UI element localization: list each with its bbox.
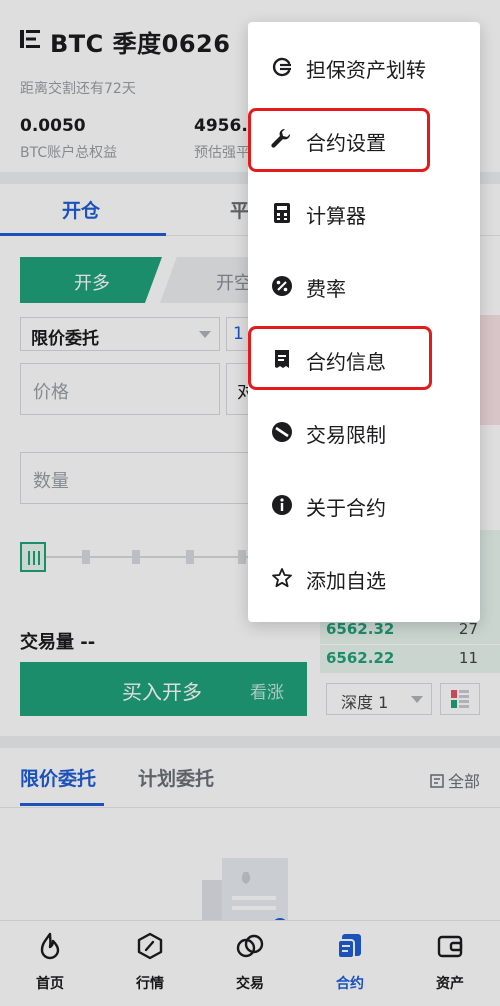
menu-item-label: 关于合约 — [306, 496, 386, 520]
menu-item-transfer[interactable]: 担保资产划转 — [248, 38, 480, 96]
menu-item-label: 计算器 — [306, 204, 366, 228]
percent-icon — [272, 276, 292, 296]
restrict-icon — [272, 422, 292, 442]
calculator-icon — [274, 203, 290, 223]
menu-item-about-contract[interactable]: 关于合约 — [248, 476, 480, 534]
menu-item-label: 担保资产划转 — [306, 58, 426, 82]
info-icon — [272, 495, 292, 515]
menu-item-add-favorite[interactable]: 添加自选 — [248, 549, 480, 607]
menu-item-rate[interactable]: 费率 — [248, 257, 480, 315]
menu-item-calculator[interactable]: 计算器 — [248, 184, 480, 242]
menu-item-label: 添加自选 — [306, 569, 386, 593]
highlight-box-contract-info — [248, 326, 432, 390]
menu-item-trade-limits[interactable]: 交易限制 — [248, 403, 480, 461]
menu-item-label: 交易限制 — [306, 423, 386, 447]
menu-item-label: 费率 — [306, 277, 346, 301]
star-icon — [272, 568, 292, 588]
highlight-box-contract-settings — [248, 108, 430, 172]
transfer-icon — [272, 57, 291, 77]
